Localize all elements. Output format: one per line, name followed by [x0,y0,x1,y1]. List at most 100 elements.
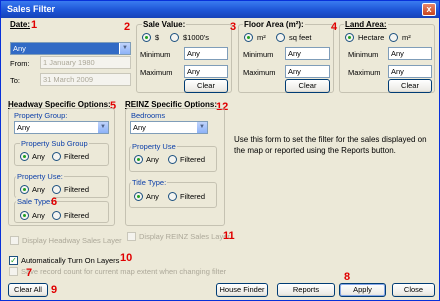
clear-all-button[interactable]: Clear All [8,283,48,297]
land-area-min-label: Minimum [348,50,379,59]
apply-button[interactable]: Apply [339,283,386,297]
sale-type-label: Sale Type: [16,197,54,206]
reinz-property-use-any-radio[interactable] [134,155,143,164]
title-type-any-radio[interactable] [134,192,143,201]
date-range-select-value: Any [13,44,26,53]
sale-value-min-field[interactable]: Any [184,47,228,60]
annotation-7: 7 [26,267,33,279]
reports-button[interactable]: Reports [277,283,335,297]
headway-property-use-label: Property Use: [16,172,64,181]
map-extent-label: Save record count for current map extent… [21,267,227,276]
sale-value-dollar-label: $ [155,33,160,42]
land-area-hectare-radio[interactable] [345,33,354,42]
land-area-m2-radio[interactable] [389,33,398,42]
annotation-8: 8 [344,271,351,283]
window-title: Sales Filter [7,4,56,14]
headway-property-use-any-radio[interactable] [20,185,29,194]
sub-group-any-radio[interactable] [20,152,29,161]
annotation-9: 9 [51,284,58,296]
headway-property-use-filtered-label: Filtered [64,185,90,194]
sale-value-min-label: Minimum [140,50,171,59]
land-area-max-field[interactable]: Any [388,65,432,78]
floor-area-min-field[interactable]: Any [285,47,330,60]
floor-area-min-label: Minimum [243,50,274,59]
property-group-label: Property Group: [14,111,68,120]
dialog-client-area: Date: 1 2 Any ▼ From: 1 January 1980 To:… [4,19,437,298]
display-reinz-layer-checkbox[interactable] [127,232,136,241]
headway-property-use-filtered-radio[interactable] [52,185,61,194]
floor-area-sqft-radio[interactable] [276,33,285,42]
sub-group-any-label: Any [32,152,45,161]
property-group-select[interactable]: Any ▼ [14,121,109,134]
sale-value-max-field[interactable]: Any [184,65,228,78]
close-button[interactable]: Close [392,283,435,297]
date-section-title: Date: [10,20,31,29]
land-area-m2-label: m² [402,33,411,42]
auto-layers-checkbox[interactable]: ✓ [9,256,18,265]
annotation-3: 3 [230,21,237,33]
annotation-1: 1 [31,19,38,31]
floor-area-m2-radio[interactable] [244,33,253,42]
display-headway-layer-label: Display Headway Sales Layer [22,236,122,245]
headway-property-use-any-label: Any [32,185,45,194]
floor-area-m2-label: m² [257,33,266,42]
sub-group-filtered-label: Filtered [64,152,90,161]
house-finder-button[interactable]: House Finder [216,283,268,297]
annotation-10: 10 [120,252,133,264]
floor-area-max-label: Maximum [243,68,276,77]
sale-type-filtered-label: Filtered [64,211,90,220]
bedrooms-label: Bedrooms [131,111,166,120]
floor-area-title: Floor Area (m²): [243,20,305,29]
annotation-4: 4 [331,21,338,33]
reinz-property-use-label: Property Use [131,142,177,151]
sale-value-thousands-label: $1000's [183,33,210,42]
sale-type-filtered-radio[interactable] [52,211,61,220]
from-date-field[interactable]: 1 January 1980 [40,56,131,69]
chevron-down-icon[interactable]: ▼ [119,43,130,54]
sales-filter-window: Sales Filter x Date: 1 2 Any ▼ From: 1 J… [0,0,440,301]
reinz-property-use-filtered-label: Filtered [180,155,206,164]
bedrooms-select-value: Any [133,123,146,132]
reinz-property-use-any-label: Any [146,155,159,164]
sub-group-filtered-radio[interactable] [52,152,61,161]
land-area-max-label: Maximum [348,68,381,77]
chevron-down-icon[interactable]: ▼ [196,122,207,133]
floor-area-max-field[interactable]: Any [285,65,330,78]
land-area-hectare-label: Hectare [358,33,385,42]
window-close-button[interactable]: x [422,3,436,16]
title-bar[interactable]: Sales Filter x [1,1,439,18]
date-range-select[interactable]: Any ▼ [10,42,131,55]
sale-type-any-radio[interactable] [20,211,29,220]
auto-layers-label: Automatically Turn On Layers [21,256,120,265]
sale-value-clear-button[interactable]: Clear [184,79,228,93]
title-type-filtered-label: Filtered [180,192,206,201]
bedrooms-select[interactable]: Any ▼ [130,121,208,134]
info-text: Use this form to set the filter for the … [234,135,427,155]
annotation-6: 6 [51,196,58,208]
title-type-filtered-radio[interactable] [168,192,177,201]
sale-value-dollar-radio[interactable] [142,33,151,42]
sale-type-any-label: Any [32,211,45,220]
sale-value-max-label: Maximum [140,68,173,77]
from-label: From: [10,59,30,68]
floor-area-clear-button[interactable]: Clear [285,79,330,93]
chevron-down-icon[interactable]: ▼ [97,122,108,133]
map-extent-checkbox[interactable] [9,267,18,276]
title-type-label: Title Type: [131,178,168,187]
annotation-11: 11 [223,230,235,242]
display-headway-layer-checkbox[interactable] [10,236,19,245]
sale-value-title: Sale Value: [142,20,187,29]
annotation-2: 2 [124,21,131,33]
title-type-any-label: Any [146,192,159,201]
display-reinz-layer-label: Display REINZ Sales Layer [139,232,230,241]
sale-value-thousands-radio[interactable] [170,33,179,42]
to-label: To: [10,76,21,85]
land-area-clear-button[interactable]: Clear [388,79,432,93]
land-area-title: Land Area: [344,20,388,29]
property-group-select-value: Any [17,123,30,132]
to-date-field[interactable]: 31 March 2009 [40,73,131,86]
reinz-property-use-filtered-radio[interactable] [168,155,177,164]
floor-area-sqft-label: sq feet [289,33,312,42]
property-sub-group-label: Property Sub Group [20,139,89,148]
land-area-min-field[interactable]: Any [388,47,432,60]
